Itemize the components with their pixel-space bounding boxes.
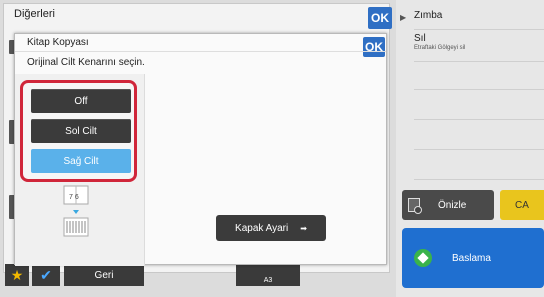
- paper-size-indicator[interactable]: A3: [236, 264, 300, 286]
- right-item-empty[interactable]: [414, 90, 544, 120]
- right-item-subtitle: Etraftaki Gölgeyi sil: [414, 45, 466, 51]
- preview-icon: [408, 198, 422, 214]
- start-icon: [414, 249, 432, 267]
- bottom-bar: ★ ✔ Geri A3: [0, 262, 396, 297]
- right-item-sil[interactable]: Sıl Etraftaki Gölgeyi sil: [414, 30, 544, 62]
- right-item-empty[interactable]: [414, 150, 544, 180]
- expand-arrow-icon[interactable]: ▶: [400, 13, 406, 22]
- arrow-right-icon: ➡: [300, 223, 307, 233]
- check-icon[interactable]: ✔: [32, 264, 60, 286]
- preview-label: Önizle: [438, 199, 467, 211]
- cover-settings-button[interactable]: Kapak Ayari ➡: [216, 215, 326, 241]
- back-button[interactable]: Geri: [64, 264, 144, 286]
- background-ok-button[interactable]: OK: [368, 7, 392, 29]
- instruction-text: Orijinal Cilt Kenarını seçin.: [27, 57, 145, 68]
- divider: [15, 51, 386, 52]
- background-panel-title: Diğerleri: [14, 8, 55, 20]
- right-item-empty[interactable]: [414, 120, 544, 150]
- right-item-title: Sıl: [414, 33, 426, 44]
- start-label: Baslama: [452, 252, 491, 264]
- right-item-zimba[interactable]: Zımba: [414, 5, 544, 30]
- ca-button[interactable]: CA: [500, 190, 544, 220]
- dialog-ok-button[interactable]: OK: [363, 37, 385, 57]
- cover-settings-label: Kapak Ayari: [235, 222, 289, 234]
- option-left-binding-button[interactable]: Sol Cilt: [31, 119, 131, 143]
- binding-options-group: Off Sol Cilt Sağ Cilt: [20, 80, 137, 182]
- preview-button[interactable]: Önizle: [402, 190, 494, 220]
- start-button[interactable]: Baslama: [402, 228, 544, 288]
- book-page-numbers: 7 6: [69, 194, 79, 201]
- option-right-binding-button[interactable]: Sağ Cilt: [31, 149, 131, 173]
- option-off-button[interactable]: Off: [31, 89, 131, 113]
- book-copy-dialog: Kitap Kopyası OK Orijinal Cilt Kenarını …: [14, 33, 387, 266]
- dialog-title: Kitap Kopyası: [27, 37, 89, 48]
- screen: Diğerleri OK ▶ Zımba Sıl Etraftaki Gölge…: [0, 0, 544, 297]
- right-item-title: Zımba: [414, 10, 443, 21]
- book-icon: 7 6: [63, 185, 89, 237]
- star-icon[interactable]: ★: [5, 264, 29, 286]
- right-item-empty[interactable]: [414, 62, 544, 90]
